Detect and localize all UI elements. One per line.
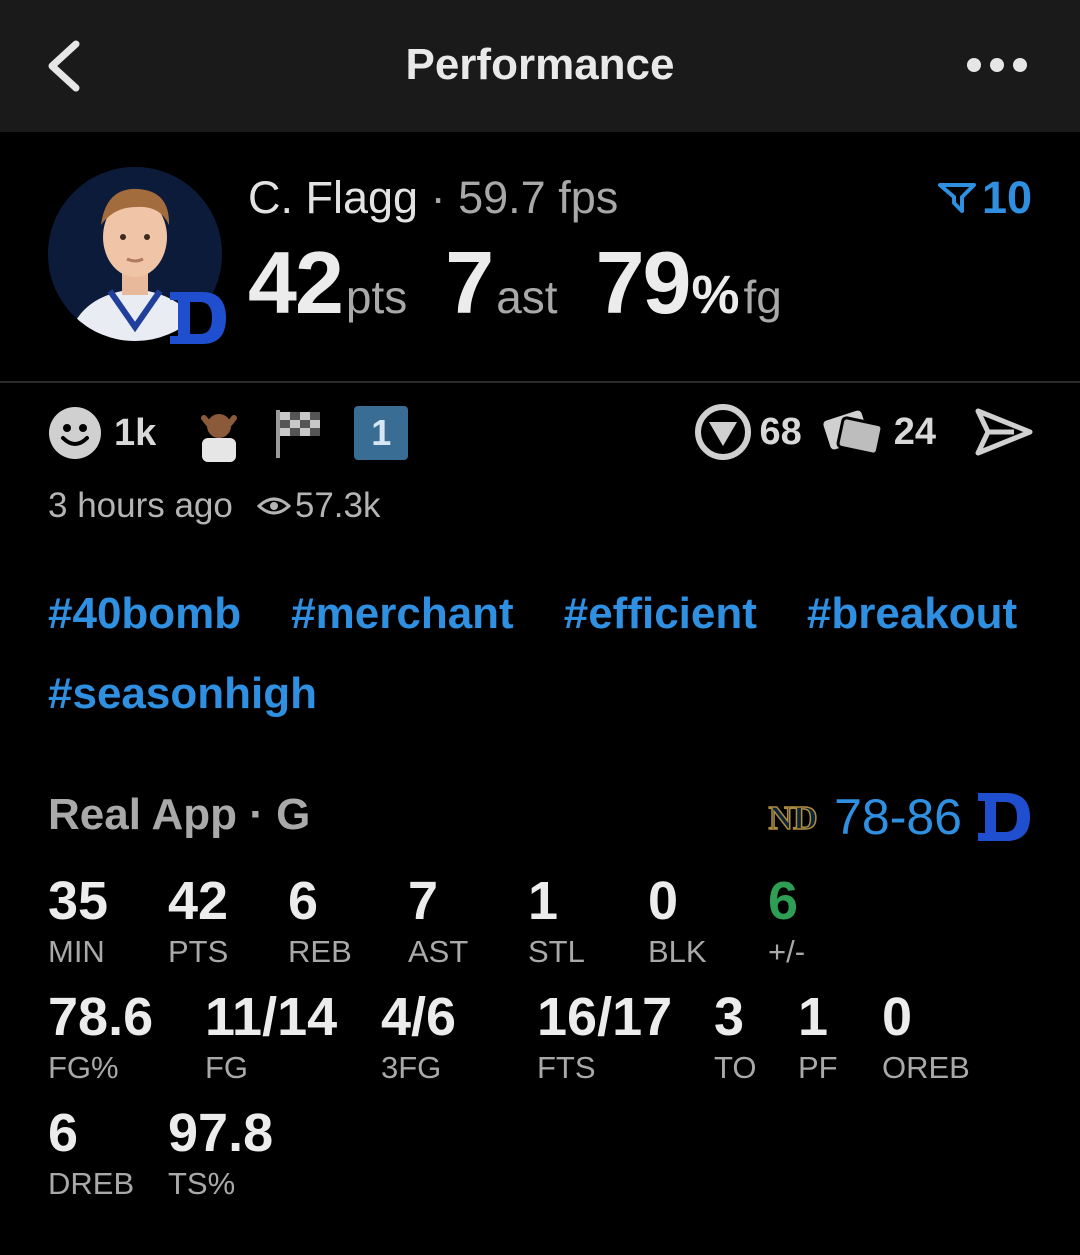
- hashtag[interactable]: #efficient: [564, 588, 757, 640]
- game-label: Real App · G: [48, 790, 311, 839]
- headline-fg-pct: %: [691, 265, 740, 325]
- duke-d-logo: [168, 290, 228, 346]
- post-time: 3 hours ago: [48, 486, 233, 525]
- stat-plus-minus: 6 +/-: [768, 872, 805, 970]
- headline-stats: 42 pts 7 ast 79 % fg: [248, 232, 782, 334]
- filter-icon: [937, 183, 976, 213]
- svg-text:ND: ND: [769, 800, 818, 837]
- divider: [0, 381, 1080, 383]
- actions-bar: 68 24: [695, 404, 1034, 460]
- stat-value: 3: [714, 987, 745, 1047]
- stat-label: +/-: [768, 934, 806, 969]
- stat-value: 7: [408, 871, 439, 931]
- stat-label: PTS: [168, 934, 229, 969]
- headline-assists: 7: [445, 233, 494, 332]
- headline-fg-unit: fg: [743, 271, 782, 323]
- stat-label: TO: [714, 1050, 757, 1085]
- stat-dreb: 6 DREB: [48, 1104, 134, 1202]
- stat-value: 0: [648, 871, 679, 931]
- stat-value: 1: [528, 871, 559, 931]
- stat-label: PF: [798, 1050, 838, 1085]
- stat-value: 1: [798, 987, 829, 1047]
- stat-value: 0: [882, 987, 913, 1047]
- stat-label: REB: [288, 934, 352, 969]
- stat-value: 6: [768, 871, 799, 931]
- number-badge[interactable]: 1: [354, 406, 409, 460]
- headline-points-unit: pts: [345, 271, 408, 323]
- comments-count: 68: [759, 410, 802, 453]
- comment-icon[interactable]: [695, 404, 752, 460]
- hashtag[interactable]: #40bomb: [48, 588, 241, 640]
- stat-pf: 1 PF: [798, 988, 838, 1086]
- stat-label: TS%: [168, 1166, 236, 1201]
- shocked-person-icon[interactable]: [190, 404, 248, 462]
- stat-min: 35 MIN: [48, 872, 108, 970]
- headline-fg: 79: [595, 233, 692, 332]
- views-count: 57.3k: [294, 486, 381, 525]
- hashtag[interactable]: #seasonhigh: [48, 668, 317, 720]
- stat-label: FG%: [48, 1050, 119, 1085]
- notre-dame-logo: ND: [768, 799, 819, 838]
- stat-pts: 42 PTS: [168, 872, 228, 970]
- stat-label: MIN: [48, 934, 105, 969]
- stat-oreb: 0 OREB: [882, 988, 970, 1086]
- player-name[interactable]: C. Flagg: [248, 172, 418, 223]
- smile-count: 1k: [114, 411, 157, 454]
- reactions-bar: 1k 1: [48, 404, 409, 462]
- cards-count: 24: [893, 410, 936, 453]
- checkered-flag-icon[interactable]: [272, 406, 324, 460]
- stat-to: 3 TO: [714, 988, 757, 1086]
- stat-stl: 1 STL: [528, 872, 585, 970]
- page-title: Performance: [405, 40, 675, 89]
- stat-label: BLK: [648, 934, 707, 969]
- rank-number: 10: [981, 172, 1032, 223]
- rank-badge[interactable]: 10: [937, 172, 1032, 224]
- hashtag[interactable]: #merchant: [291, 588, 514, 640]
- stat-value: 35: [48, 871, 109, 931]
- name-separator: ·: [430, 172, 446, 223]
- stat-value: 42: [168, 871, 229, 931]
- game-score[interactable]: ND 78-86: [764, 788, 1032, 846]
- stat-label: AST: [408, 934, 469, 969]
- stat-label: DREB: [48, 1166, 135, 1201]
- smile-icon[interactable]: [48, 406, 102, 460]
- stat-blk: 0 BLK: [648, 872, 707, 970]
- player-name-line: C. Flagg · 59.7 fps: [248, 172, 618, 224]
- stat-label: FG: [205, 1050, 249, 1085]
- top-bar: Performance: [0, 0, 1080, 132]
- stat-label: STL: [528, 934, 585, 969]
- stat-value: 6: [48, 1103, 79, 1163]
- ellipsis-icon[interactable]: [966, 50, 1036, 80]
- stat-value: 6: [288, 871, 319, 931]
- hashtag[interactable]: #breakout: [807, 588, 1017, 640]
- score-text: 78-86: [834, 789, 962, 845]
- hashtags: #40bomb #merchant #efficient #breakout #…: [48, 588, 1028, 720]
- stat-label: FTS: [537, 1050, 596, 1085]
- send-icon[interactable]: [974, 407, 1034, 457]
- stat-ast: 7 AST: [408, 872, 468, 970]
- views: 57.3k: [256, 486, 381, 526]
- post-meta: 3 hours ago 57.3k: [48, 486, 381, 526]
- stat-3fg: 4/6 3FG: [381, 988, 456, 1086]
- stat-reb: 6 REB: [288, 872, 352, 970]
- stat-value: 11/14: [205, 987, 338, 1047]
- headline-points: 42: [248, 233, 344, 332]
- stat-label: OREB: [882, 1050, 970, 1085]
- stat-fts: 16/17 FTS: [537, 988, 672, 1086]
- headline-assists-unit: ast: [496, 271, 558, 323]
- stat-value: 97.8: [168, 1103, 274, 1163]
- stat-value: 78.6: [48, 987, 154, 1047]
- duke-d-logo: [978, 793, 1030, 841]
- stat-value: 16/17: [537, 987, 673, 1047]
- cards-icon[interactable]: [820, 407, 886, 457]
- stat-value: 4/6: [381, 987, 457, 1047]
- stat-ts-pct: 97.8 TS%: [168, 1104, 273, 1202]
- fantasy-points: 59.7 fps: [458, 172, 619, 223]
- stat-fg: 11/14 FG: [205, 988, 337, 1086]
- stat-label: 3FG: [381, 1050, 442, 1085]
- stat-fg-pct: 78.6 FG%: [48, 988, 153, 1086]
- eye-icon: [256, 497, 291, 515]
